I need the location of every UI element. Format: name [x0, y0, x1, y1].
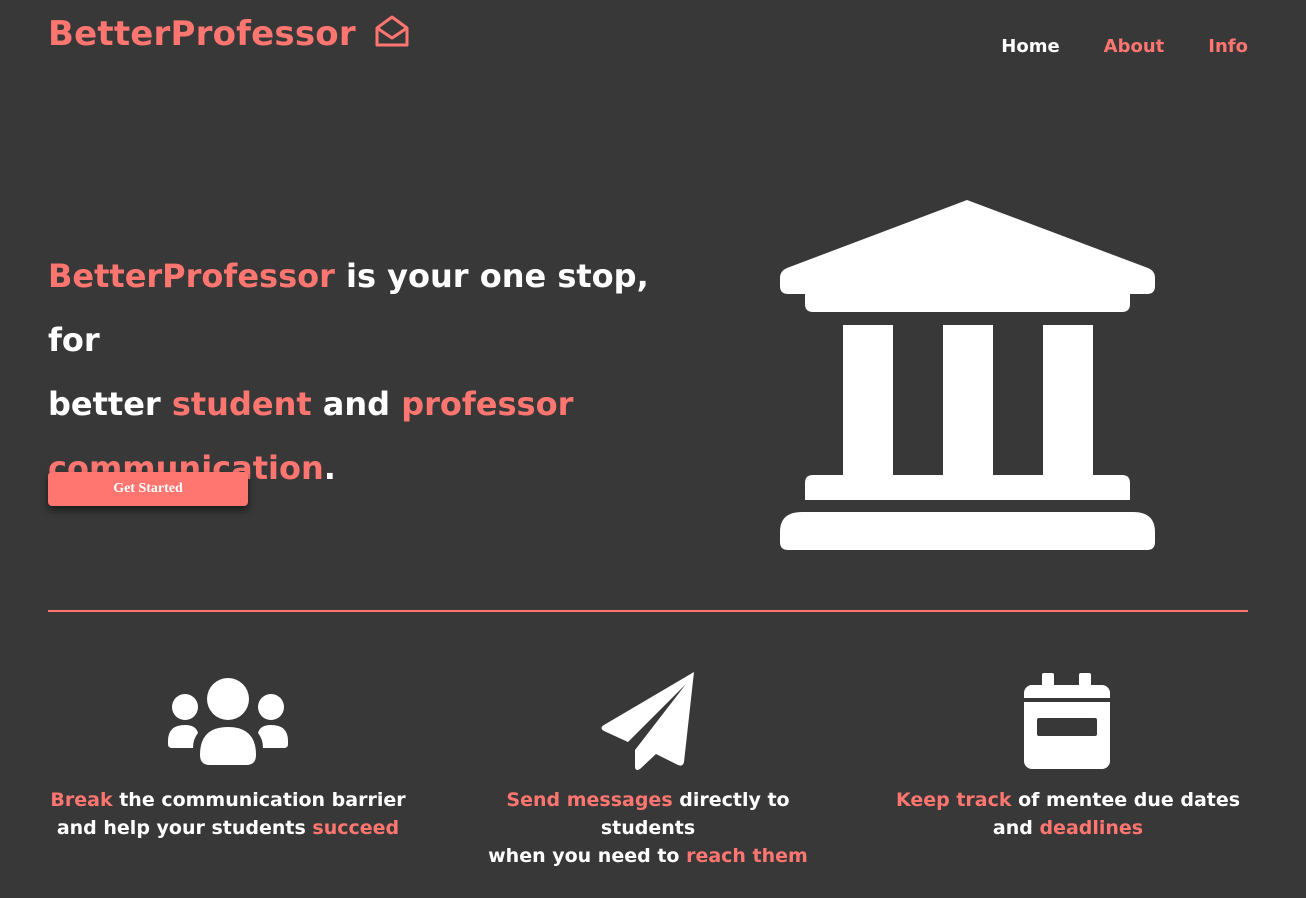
hero-text-3: and — [311, 385, 402, 423]
nav-home-link[interactable]: Home — [1001, 36, 1059, 57]
feature-text: and help your students — [56, 817, 313, 839]
feature-accent: succeed — [312, 817, 400, 839]
feature-deadlines: Keep track of mentee due dates and deadl… — [878, 670, 1258, 842]
feature-accent: Break — [50, 789, 113, 811]
paper-plane-icon — [601, 672, 694, 770]
feature-messages-text: Send messages directly to students when … — [458, 786, 838, 870]
feature-accent: Keep track — [895, 789, 1012, 811]
feature-communication: Break the communication barrier and help… — [38, 670, 418, 842]
feature-text: when you need to — [488, 845, 687, 867]
hero-text-2: better — [48, 385, 172, 423]
feature-messages: Send messages directly to students when … — [458, 670, 838, 870]
nav-info-link[interactable]: Info — [1208, 36, 1248, 57]
feature-deadlines-text: Keep track of mentee due dates and deadl… — [878, 786, 1258, 842]
header: BetterProfessor Home About Info — [0, 0, 1306, 90]
users-icon — [168, 678, 288, 765]
envelope-open-icon — [375, 15, 409, 47]
hero-professor: professor — [401, 385, 574, 423]
hero-student: student — [171, 385, 312, 423]
section-divider — [48, 610, 1248, 612]
hero-period: . — [323, 449, 336, 487]
building-columns-icon — [780, 200, 1155, 550]
logo[interactable]: BetterProfessor — [48, 14, 410, 54]
calendar-icon — [1024, 673, 1110, 769]
brand-name: BetterProfessor — [48, 14, 356, 54]
feature-accent: reach them — [686, 845, 808, 867]
feature-text: and — [992, 817, 1040, 839]
get-started-button[interactable]: Get Started — [48, 472, 248, 506]
feature-accent: deadlines — [1039, 817, 1144, 839]
feature-communication-text: Break the communication barrier and help… — [38, 786, 418, 842]
feature-text: the communication barrier — [112, 789, 406, 811]
feature-accent: Send messages — [506, 789, 673, 811]
hero-brand: BetterProfessor — [48, 257, 335, 295]
feature-text: of mentee due dates — [1011, 789, 1241, 811]
nav-about-link[interactable]: About — [1104, 36, 1165, 57]
hero-headline: BetterProfessor is your one stop, for be… — [48, 244, 698, 500]
main-nav: Home About Info — [1001, 36, 1248, 57]
